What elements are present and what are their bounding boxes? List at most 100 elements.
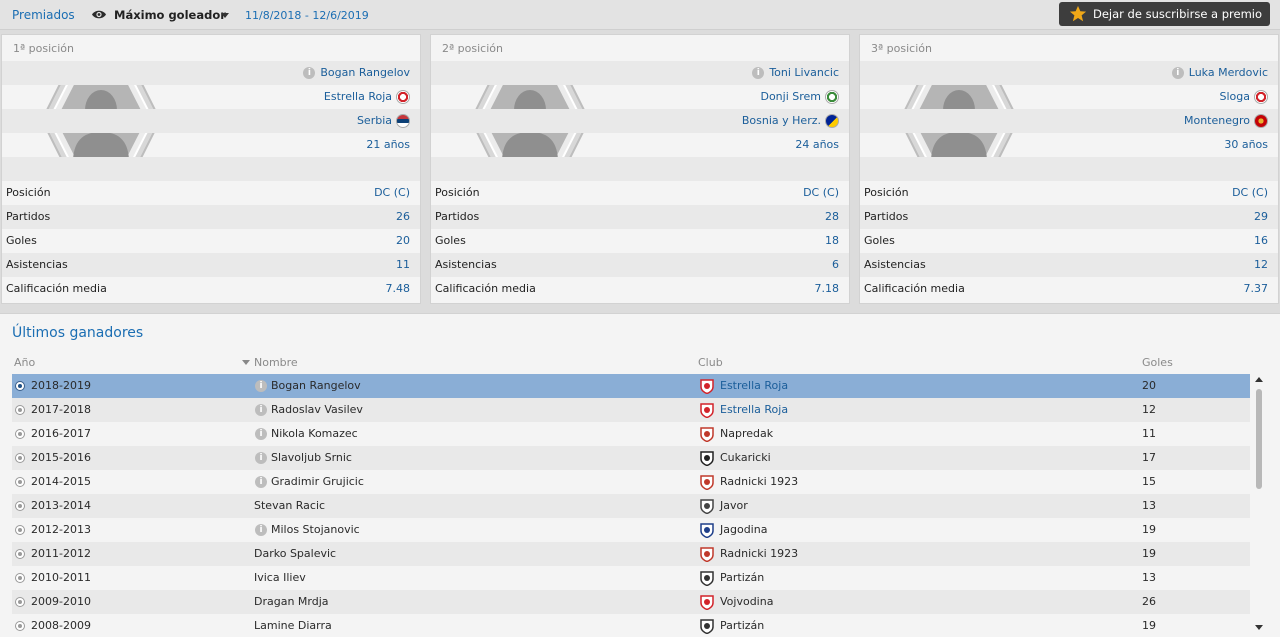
cell-club[interactable]: Vojvodina [720,590,773,614]
stat-row-goals: Goles 20 [2,229,420,253]
cell-club[interactable]: Javor [720,494,748,518]
cell-player-name[interactable]: Stevan Racic [254,494,325,518]
info-icon[interactable]: i [255,524,267,536]
cell-player-name[interactable]: Radoslav Vasilev [271,398,363,422]
cell-goals: 17 [1142,451,1156,464]
cell-club[interactable]: Jagodina [720,518,767,542]
scroll-thumb[interactable] [1256,389,1262,489]
info-icon[interactable]: i [255,380,267,392]
table-row[interactable]: 2008-2009 Lamine Diarra Partizán 19 [12,614,1250,637]
placing-card-2: 2ª posición i Toni Livancic Donji Srem Bo… [430,34,850,304]
stat-row-matches: Partidos 26 [2,205,420,229]
cell-player-name[interactable]: Milos Stojanovic [271,518,360,542]
info-icon[interactable]: i [303,67,316,79]
column-header-goals[interactable]: Goles [1142,356,1173,369]
column-header-club[interactable]: Club [698,356,723,369]
cell-player-name[interactable]: Gradimir Grujicic [271,470,364,494]
column-header-name[interactable]: Nombre [254,356,298,369]
radio-icon[interactable] [15,597,25,607]
stat-value: 28 [825,210,839,223]
scroll-down-icon[interactable] [1255,625,1263,630]
table-row[interactable]: 2009-2010 Dragan Mrdja Vojvodina 26 [12,590,1250,614]
placing-card-3: 3ª posición i Luka Merdovic Sloga Montene… [859,34,1279,304]
info-icon[interactable]: i [752,67,765,79]
club-link[interactable]: Sloga [1220,90,1251,103]
table-row[interactable]: 2011-2012 Darko Spalevic Radnicki 1923 19 [12,542,1250,566]
player-name-link[interactable]: Luka Merdovic [1189,66,1268,79]
table-row[interactable]: 2017-2018 i Radoslav Vasilev Estrella Roja 1… [12,398,1250,422]
cell-year: 2010-2011 [31,571,91,584]
spacer-row [2,157,420,181]
eye-icon[interactable] [91,9,107,20]
radio-icon[interactable] [15,429,25,439]
table-row[interactable]: 2013-2014 Stevan Racic Javor 13 [12,494,1250,518]
cell-club[interactable]: Napredak [720,422,773,446]
radio-icon[interactable] [15,381,25,391]
cell-player-name[interactable]: Bogan Rangelov [271,374,361,398]
cell-player-name[interactable]: Lamine Diarra [254,614,332,637]
top-bar: Premiados Máximo goleador 11/8/2018 - 12… [0,0,1280,30]
cell-club[interactable]: Estrella Roja [720,374,788,398]
cell-player-name[interactable]: Ivica Iliev [254,566,306,590]
column-header-year[interactable]: Año [14,356,35,369]
cell-club[interactable]: Partizán [720,614,764,637]
scroll-up-icon[interactable] [1255,377,1263,382]
cell-player-name[interactable]: Darko Spalevic [254,542,336,566]
cell-player-name[interactable]: Dragan Mrdja [254,590,329,614]
cell-player-name[interactable]: Nikola Komazec [271,422,358,446]
cell-goals: 13 [1142,571,1156,584]
table-row[interactable]: 2016-2017 i Nikola Komazec Napredak 11 [12,422,1250,446]
spacer-row [431,157,849,181]
cell-club[interactable]: Cukaricki [720,446,771,470]
player-club-row: Estrella Roja [2,85,420,109]
cell-club[interactable]: Radnicki 1923 [720,542,798,566]
nation-link[interactable]: Bosnia y Herz. [742,114,821,127]
club-crest-icon [825,90,839,104]
radio-icon[interactable] [15,573,25,583]
table-row[interactable]: 2010-2011 Ivica Iliev Partizán 13 [12,566,1250,590]
cell-year: 2017-2018 [31,403,91,416]
cell-goals: 20 [1142,379,1156,392]
info-icon[interactable]: i [255,452,267,464]
table-row[interactable]: 2014-2015 i Gradimir Grujicic Radnicki 1923… [12,470,1250,494]
radio-icon[interactable] [15,525,25,535]
stat-row-position: Posición DC (C) [860,181,1278,205]
cell-year: 2015-2016 [31,451,91,464]
vertical-scrollbar[interactable] [1253,373,1265,637]
nation-link[interactable]: Serbia [357,114,392,127]
info-icon[interactable]: i [255,428,267,440]
table-row[interactable]: 2018-2019 i Bogan Rangelov Estrella Roja 20 [12,374,1250,398]
radio-icon[interactable] [15,621,25,631]
club-link[interactable]: Estrella Roja [324,90,392,103]
cell-goals: 11 [1142,427,1156,440]
stat-value: DC (C) [803,186,839,199]
chevron-down-icon[interactable] [221,13,229,18]
cell-club[interactable]: Radnicki 1923 [720,470,798,494]
radio-icon[interactable] [15,405,25,415]
radio-icon[interactable] [15,477,25,487]
radio-icon[interactable] [15,549,25,559]
cell-club[interactable]: Estrella Roja [720,398,788,422]
cell-goals: 12 [1142,403,1156,416]
stat-label: Asistencias [864,258,926,271]
stat-row-rating: Calificación media 7.37 [860,277,1278,301]
club-link[interactable]: Donji Srem [760,90,821,103]
info-icon[interactable]: i [255,476,267,488]
info-icon[interactable]: i [255,404,267,416]
player-name-row: i Luka Merdovic [860,61,1278,85]
player-name-link[interactable]: Toni Livancic [769,66,839,79]
award-selector[interactable]: Máximo goleador [114,8,226,22]
radio-icon[interactable] [15,501,25,511]
club-crest-icon [1254,90,1268,104]
unsubscribe-button[interactable]: Dejar de suscribirse a premio [1059,2,1270,26]
cell-player-name[interactable]: Slavoljub Srnic [271,446,352,470]
radio-icon[interactable] [15,453,25,463]
tab-awards[interactable]: Premiados [12,8,75,22]
nation-link[interactable]: Montenegro [1184,114,1250,127]
table-row[interactable]: 2015-2016 i Slavoljub Srnic Cukaricki 17 [12,446,1250,470]
player-name-link[interactable]: Bogan Rangelov [320,66,410,79]
info-icon[interactable]: i [1171,67,1184,79]
cell-club[interactable]: Partizán [720,566,764,590]
player-nation-row: Bosnia y Herz. [431,109,849,133]
table-row[interactable]: 2012-2013 i Milos Stojanovic Jagodina 19 [12,518,1250,542]
